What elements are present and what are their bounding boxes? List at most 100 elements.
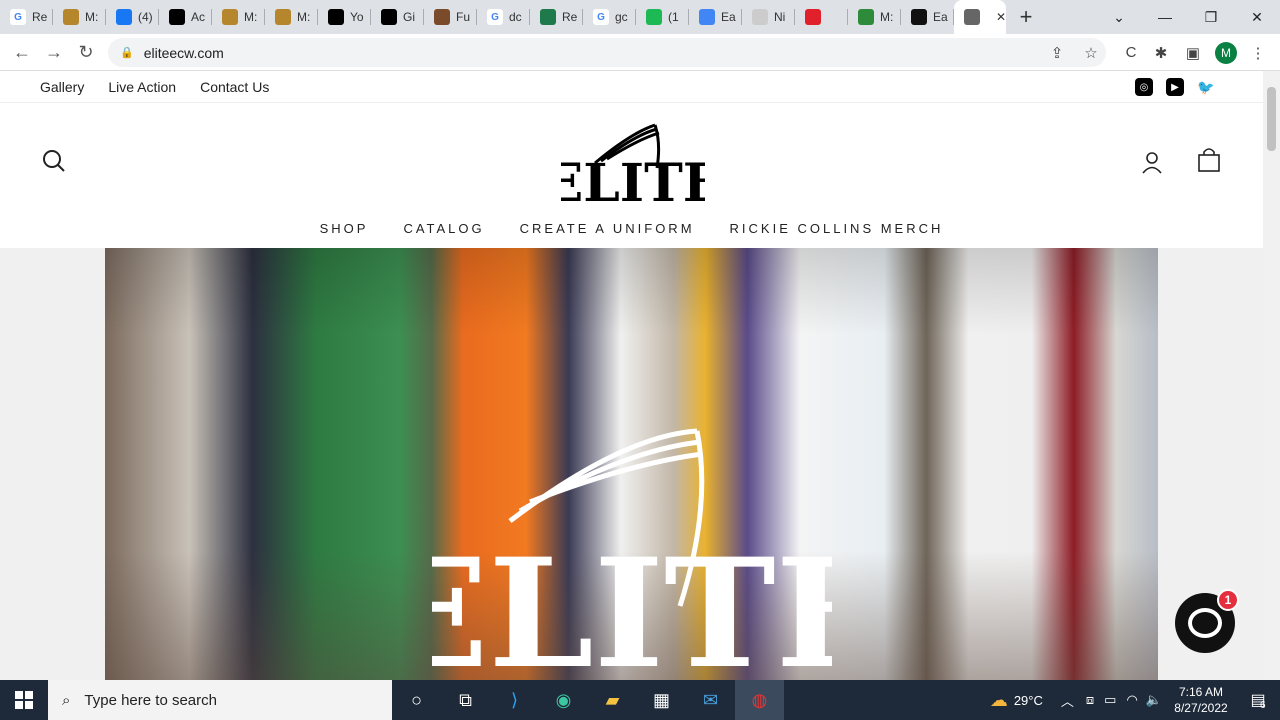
browser-tab[interactable] bbox=[795, 0, 848, 34]
app-icon bbox=[805, 9, 821, 25]
browser-tab[interactable]: ✕ bbox=[954, 0, 1006, 34]
browser-tab[interactable]: G Re bbox=[0, 0, 53, 34]
back-button[interactable]: ← bbox=[6, 36, 38, 68]
google-icon: G bbox=[487, 9, 503, 25]
mail-icon[interactable]: ✉ bbox=[686, 680, 735, 720]
tab-search-button[interactable]: ⌄ bbox=[1096, 0, 1142, 34]
website-viewport: Gallery Live Action Contact Us ◎ ▶ 🐦 ELI… bbox=[0, 71, 1263, 680]
browser-tab[interactable]: Yo bbox=[318, 0, 371, 34]
youtube-icon[interactable]: ▶ bbox=[1166, 78, 1184, 96]
util-link-gallery[interactable]: Gallery bbox=[40, 79, 84, 95]
app-icon bbox=[964, 9, 980, 25]
social-links: ◎ ▶ 🐦 bbox=[1135, 78, 1215, 96]
side-panel-icon[interactable]: ▣ bbox=[1178, 38, 1208, 67]
nav-catalog[interactable]: CATALOG bbox=[403, 221, 484, 236]
nav-create-a-uniform[interactable]: CREATE A UNIFORM bbox=[520, 221, 695, 236]
twitter-icon[interactable]: 🐦 bbox=[1197, 78, 1215, 96]
reload-button[interactable]: ↻ bbox=[70, 36, 102, 68]
instagram-icon[interactable]: ◎ bbox=[1135, 78, 1153, 96]
address-bar[interactable]: 🔒 eliteecw.com bbox=[108, 38, 1106, 67]
hero-video[interactable]: ELITE bbox=[105, 248, 1158, 680]
cart-icon[interactable] bbox=[1197, 147, 1221, 178]
browser-tab[interactable]: Re bbox=[530, 0, 583, 34]
chat-bubble-icon bbox=[1188, 608, 1222, 638]
browser-tab[interactable]: M: bbox=[265, 0, 318, 34]
browser-tab[interactable]: Ea bbox=[901, 0, 954, 34]
vscode-icon[interactable]: ⟩ bbox=[490, 680, 539, 720]
app-icon bbox=[275, 9, 291, 25]
util-link-contact-us[interactable]: Contact Us bbox=[200, 79, 269, 95]
browser-tab[interactable]: (4) bbox=[106, 0, 159, 34]
browser-tab-label: dc bbox=[509, 10, 522, 24]
store-icon[interactable]: ▦ bbox=[637, 680, 686, 720]
play-icon bbox=[699, 9, 715, 25]
weather-icon[interactable]: ☁ bbox=[990, 690, 1008, 711]
browser-tab[interactable]: Ggc bbox=[583, 0, 636, 34]
new-tab-button[interactable]: + bbox=[1006, 0, 1046, 34]
google-icon: G bbox=[593, 9, 609, 25]
utility-nav: Gallery Live Action Contact Us ◎ ▶ 🐦 bbox=[0, 71, 1263, 103]
chrome-icon[interactable]: ◍ bbox=[735, 680, 784, 720]
cortana-icon[interactable]: ○ bbox=[392, 680, 441, 720]
extension-icon[interactable]: C bbox=[1116, 38, 1146, 67]
camera-icon[interactable]: ⧈ bbox=[1086, 692, 1094, 708]
menu-kebab-icon[interactable]: ⋮ bbox=[1243, 38, 1273, 67]
chat-notification-badge: 1 bbox=[1217, 589, 1239, 611]
browser-tab[interactable]: Ea bbox=[689, 0, 742, 34]
browser-tab[interactable]: Gi bbox=[371, 0, 424, 34]
battery-icon[interactable]: ▭ bbox=[1104, 692, 1116, 708]
wifi-icon[interactable]: ◠ bbox=[1126, 692, 1137, 708]
profile-avatar[interactable]: M bbox=[1211, 38, 1241, 67]
browser-tab[interactable]: M: bbox=[212, 0, 265, 34]
browser-tab[interactable]: M: bbox=[848, 0, 901, 34]
restore-button[interactable]: ❐ bbox=[1188, 0, 1234, 34]
browser-tab-label: M: bbox=[297, 10, 311, 24]
tray-expand-icon[interactable]: ︿ bbox=[1061, 691, 1074, 710]
browser-tab[interactable]: Gdc bbox=[477, 0, 530, 34]
browser-tab[interactable]: Ni bbox=[742, 0, 795, 34]
util-link-live-action[interactable]: Live Action bbox=[108, 79, 176, 95]
browser-tab-label: Fu bbox=[456, 10, 471, 24]
browser-tab[interactable]: (1 bbox=[636, 0, 689, 34]
taskbar-search[interactable]: ⌕ Type here to search bbox=[48, 680, 392, 720]
share-icon[interactable]: ⇪ bbox=[1042, 38, 1072, 67]
browser-tab[interactable]: Ac bbox=[159, 0, 212, 34]
browser-tab[interactable]: M: bbox=[53, 0, 106, 34]
browser-tab[interactable]: Fu bbox=[424, 0, 477, 34]
clock[interactable]: 7:16 AM 8/27/2022 bbox=[1166, 684, 1236, 716]
windows-taskbar: ⌕ Type here to search ○ ⧉ ⟩ ◉ ▰ ▦ ✉ ◍ ☁ … bbox=[0, 680, 1280, 720]
forward-button[interactable]: → bbox=[38, 36, 70, 68]
chat-widget-button[interactable]: 1 bbox=[1175, 589, 1239, 653]
windows-start-button[interactable] bbox=[0, 680, 48, 720]
browser-tab-label: gc bbox=[615, 10, 628, 24]
file-explorer-icon[interactable]: ▰ bbox=[588, 680, 637, 720]
search-icon[interactable] bbox=[42, 149, 66, 178]
clock-time: 7:16 AM bbox=[1178, 685, 1224, 699]
app-icon bbox=[63, 9, 79, 25]
browser-tab-label: M: bbox=[244, 10, 258, 24]
browser-tab-label: M: bbox=[880, 10, 894, 24]
temperature[interactable]: 29°C bbox=[1014, 693, 1043, 708]
page-scrollbar[interactable] bbox=[1263, 71, 1280, 680]
extensions-puzzle-icon[interactable]: ✱ bbox=[1146, 38, 1176, 67]
taskbar-search-placeholder: Type here to search bbox=[84, 691, 217, 709]
edge-icon[interactable]: ◉ bbox=[539, 680, 588, 720]
hero-logo: ELITE bbox=[374, 426, 890, 680]
close-tab-icon[interactable]: ✕ bbox=[996, 10, 1006, 24]
site-logo[interactable]: ELITE bbox=[544, 113, 722, 214]
v-icon bbox=[540, 9, 556, 25]
minimize-button[interactable]: — bbox=[1142, 0, 1188, 34]
account-icon[interactable] bbox=[1140, 150, 1164, 179]
browser-tab-label: Ac bbox=[191, 10, 206, 24]
close-window-button[interactable]: ✕ bbox=[1234, 0, 1280, 34]
volume-icon[interactable]: 🔈 bbox=[1146, 692, 1162, 708]
system-tray: ☁ 29°C ︿ ⧈ ▭ ◠ 🔈 7:16 AM 8/27/2022 ▤ 6 bbox=[990, 680, 1280, 720]
notifications-button[interactable]: ▤ 6 bbox=[1236, 690, 1280, 711]
browser-tab-label: Gi bbox=[403, 10, 415, 24]
browser-tab-strip: G Re M: (4) Ac M: M: Yo Gi Fu Gdc Re Ggc (1 Ea Ni M: Ea ✕ + bbox=[0, 0, 1280, 34]
nav-shop[interactable]: SHOP bbox=[320, 221, 369, 236]
task-view-icon[interactable]: ⧉ bbox=[441, 680, 490, 720]
scrollbar-thumb[interactable] bbox=[1267, 87, 1276, 151]
bookmark-star-icon[interactable]: ☆ bbox=[1076, 38, 1106, 67]
nav-rickie-collins-merch[interactable]: RICKIE COLLINS MERCH bbox=[730, 221, 944, 236]
